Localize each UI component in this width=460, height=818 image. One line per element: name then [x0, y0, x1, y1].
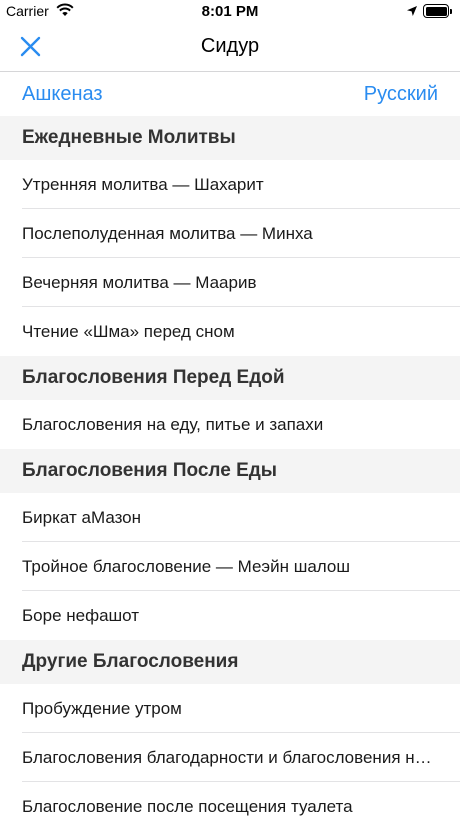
list-item[interactable]: Пробуждение утром: [0, 684, 460, 733]
list-item[interactable]: Утренняя молитва — Шахарит: [0, 160, 460, 209]
list-item[interactable]: Благословения благодарности и благослове…: [0, 733, 460, 782]
list-item[interactable]: Биркат аМазон: [0, 493, 460, 542]
page-title: Сидур: [200, 35, 260, 57]
list-item[interactable]: Вечерняя молитва — Маарив: [0, 258, 460, 307]
section-header: Ежедневные Молитвы: [0, 116, 460, 160]
list-item[interactable]: Боре нефашот: [0, 591, 460, 640]
list-item-label: Боре нефашот: [22, 605, 140, 625]
language-selector[interactable]: Русский: [364, 83, 438, 106]
section-header: Благословения После Еды: [0, 449, 460, 493]
status-time: 8:01 PM: [201, 3, 259, 20]
nusach-selector[interactable]: Ашкеназ: [22, 83, 103, 106]
list-item-label: Утренняя молитва — Шахарит: [22, 174, 264, 194]
list-item[interactable]: Благословение после посещения туалета: [0, 782, 460, 818]
section-header: Другие Благословения: [0, 640, 460, 684]
list-item[interactable]: Благословения на еду, питье и запахи: [0, 400, 460, 449]
navigation-bar: Сидур: [0, 22, 460, 72]
section-header: Благословения Перед Едой: [0, 356, 460, 400]
list-item[interactable]: Послеполуденная молитва — Минха: [0, 209, 460, 258]
tradition-language-bar: Ашкеназ Русский: [0, 72, 460, 116]
list-item-label: Вечерняя молитва — Маарив: [22, 272, 257, 292]
list-item-label: Чтение «Шма» перед сном: [22, 321, 235, 341]
list-item-label: Послеполуденная молитва — Минха: [22, 223, 313, 243]
battery-icon: [423, 4, 452, 18]
list-item-label: Благословение после посещения туалета: [22, 796, 353, 816]
list-item-label: Благословения благодарности и благослове…: [22, 747, 438, 767]
location-arrow-icon: [406, 4, 418, 22]
list-item-label: Благословения на еду, питье и запахи: [22, 414, 324, 434]
list-item-label: Тройное благословение — Меэйн шалош: [22, 556, 351, 576]
list-item-label: Биркат аМазон: [22, 507, 142, 527]
list-item[interactable]: Тройное благословение — Меэйн шалош: [0, 542, 460, 591]
list-item[interactable]: Чтение «Шма» перед сном: [0, 307, 460, 356]
list-item-label: Пробуждение утром: [22, 698, 182, 718]
prayer-list: Ежедневные Молитвы Утренняя молитва — Шах…: [0, 116, 460, 818]
status-bar: Carrier 8:01 PM: [0, 0, 460, 22]
